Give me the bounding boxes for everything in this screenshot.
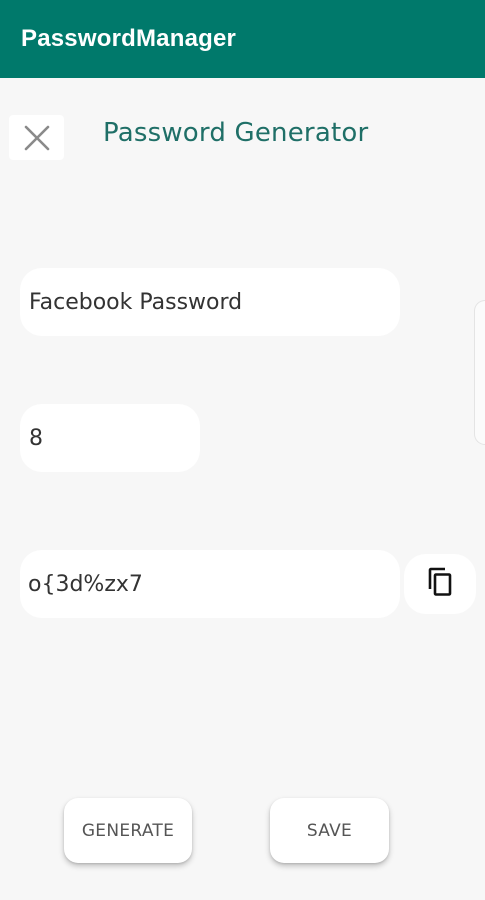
side-drawer-handle[interactable] — [474, 300, 485, 445]
password-name-value: Facebook Password — [29, 289, 243, 315]
generated-password-value: o{3d%zx7 — [28, 571, 143, 597]
close-icon — [23, 124, 51, 152]
save-button[interactable]: SAVE — [270, 798, 389, 863]
password-length-field[interactable]: 8 — [20, 404, 200, 472]
app-bar: PasswordManager — [0, 0, 485, 78]
generate-button[interactable]: GENERATE — [64, 798, 192, 863]
copy-icon — [426, 567, 454, 601]
password-generator-screen: PasswordManager Password Generator Faceb… — [0, 0, 485, 900]
app-title: PasswordManager — [21, 25, 237, 52]
copy-button[interactable] — [404, 554, 476, 614]
password-length-value: 8 — [29, 425, 43, 451]
generated-password-field[interactable]: o{3d%zx7 — [20, 550, 400, 618]
close-button[interactable] — [9, 115, 64, 160]
password-name-field[interactable]: Facebook Password — [20, 268, 400, 336]
page-title: Password Generator — [103, 118, 369, 148]
